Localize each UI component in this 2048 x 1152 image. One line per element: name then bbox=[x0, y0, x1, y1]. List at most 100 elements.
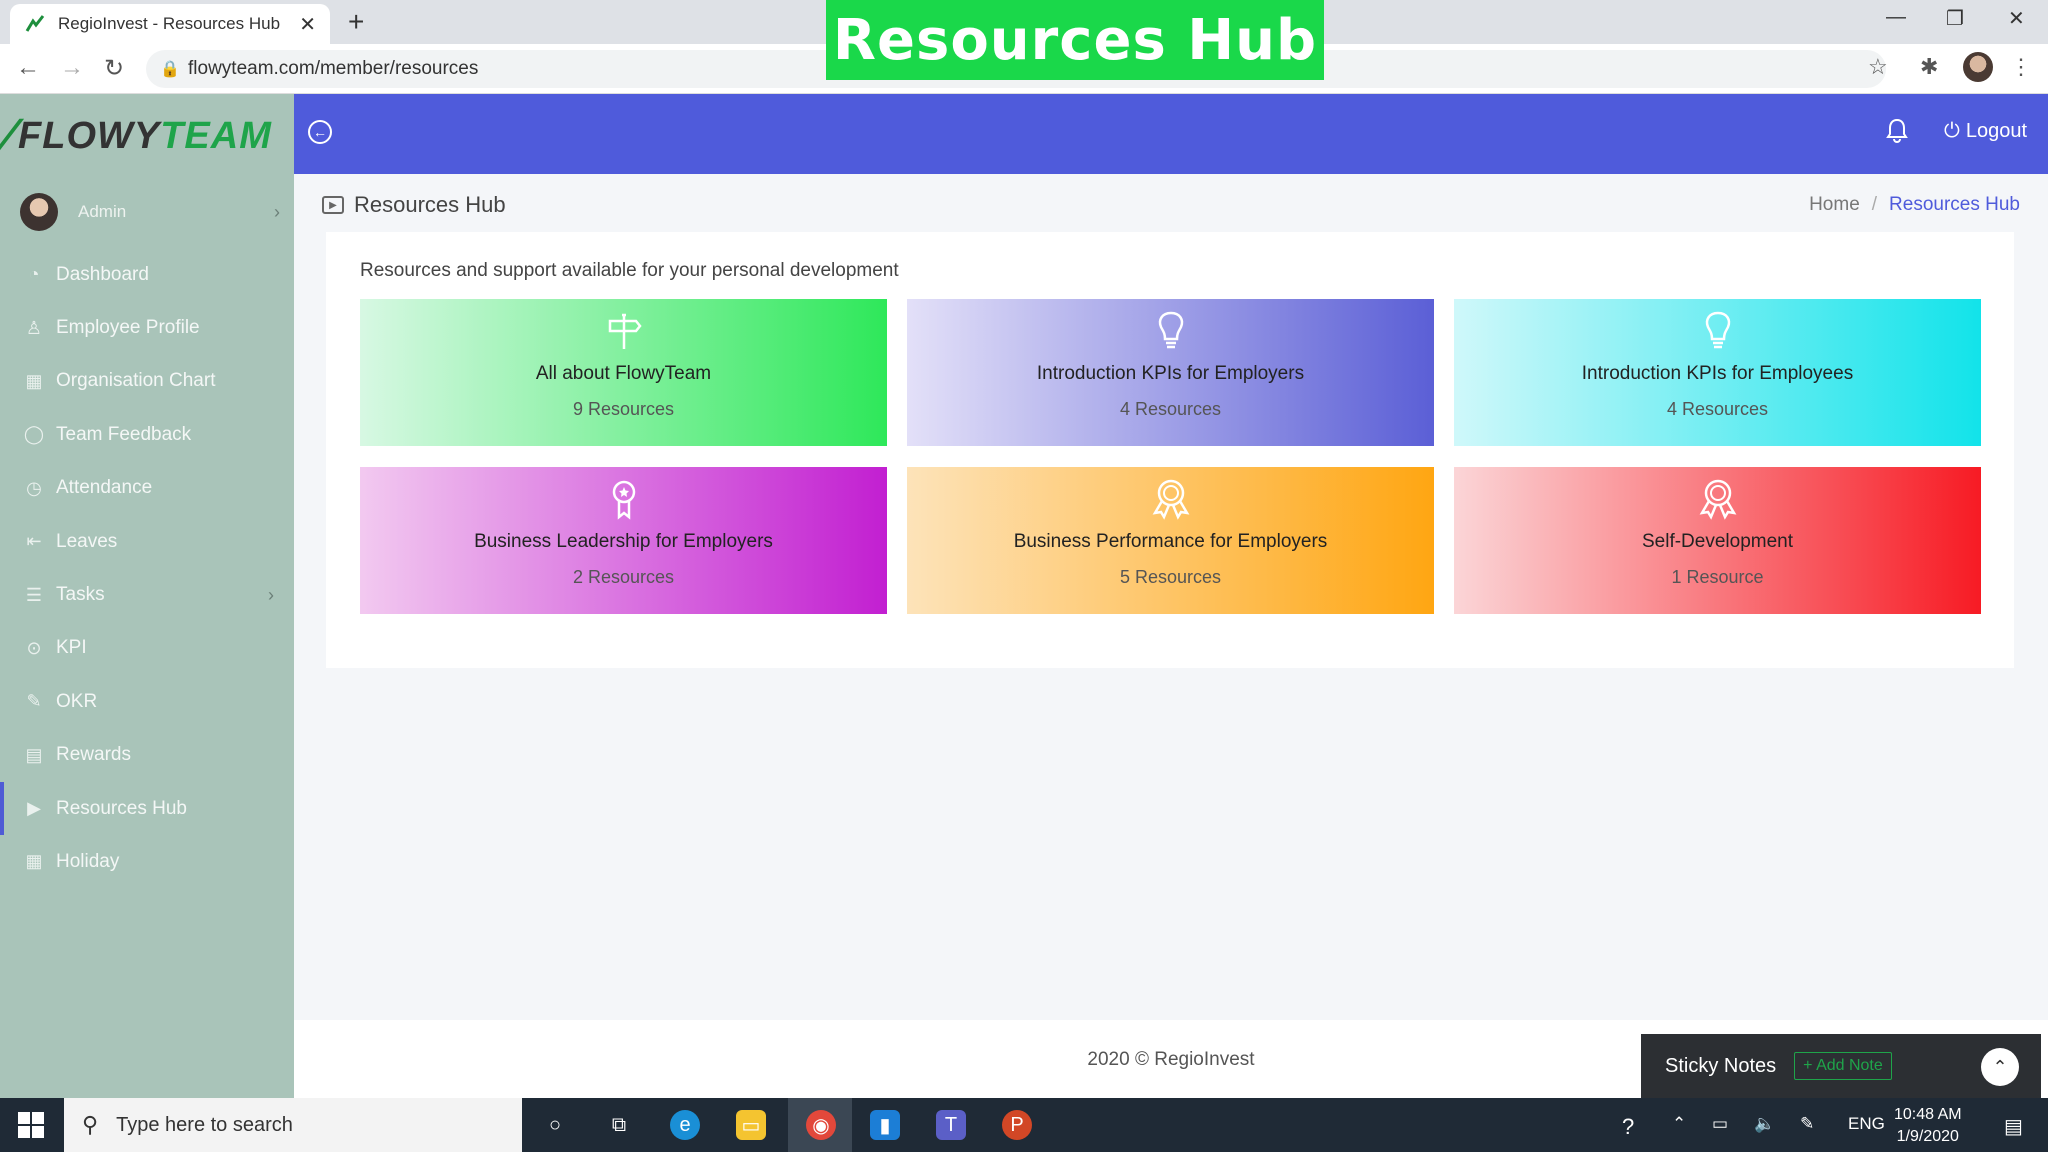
browser-profile-avatar[interactable] bbox=[1963, 52, 1993, 82]
sticky-notes-label: Sticky Notes bbox=[1665, 1054, 1777, 1077]
logo-team-text: TEAM bbox=[160, 114, 272, 157]
volume-icon[interactable]: 🔈 bbox=[1754, 1114, 1775, 1134]
restore-icon[interactable]: ❐ bbox=[1946, 6, 1964, 31]
resource-count: 2 Resources bbox=[572, 567, 675, 587]
resource-title: Business Leadership for Employers bbox=[474, 531, 773, 552]
video-icon: ▶ bbox=[322, 196, 344, 214]
breadcrumb-separator: / bbox=[1871, 194, 1878, 215]
sidebar-item-dashboard[interactable]: ◔ Dashboard bbox=[0, 248, 294, 301]
teams-icon[interactable]: T bbox=[936, 1110, 966, 1140]
chrome-icon[interactable]: ◉ bbox=[806, 1110, 836, 1140]
sidebar-menu: ◔ Dashboard ♙ Employee Profile ▦ Organisati… bbox=[0, 248, 294, 889]
sidebar-item-label: OKR bbox=[56, 690, 98, 712]
sidebar-item-tasks[interactable]: ☰ Tasks › bbox=[0, 568, 294, 621]
pen-icon[interactable]: ✎ bbox=[1800, 1114, 1814, 1134]
resource-tile-business-leadership[interactable]: Business Leadership for Employers 2 Reso… bbox=[360, 467, 887, 614]
lock-icon: 🔒 bbox=[160, 61, 180, 78]
back-arrow-icon[interactable]: ← bbox=[16, 54, 40, 82]
resource-count: 9 Resources bbox=[572, 399, 675, 419]
browser-menu-icon[interactable]: ⋮ bbox=[2010, 54, 2032, 80]
sidebar: ⁄ FLOWY TEAM Admin › ◔ Dashboard ♙ Employe… bbox=[0, 94, 294, 1098]
resource-count: 4 Resources bbox=[1119, 399, 1222, 419]
pen-icon: ✎ bbox=[26, 691, 42, 712]
bookmark-star-icon[interactable]: ☆ bbox=[1868, 54, 1888, 80]
task-view-icon[interactable]: ⧉ bbox=[604, 1110, 634, 1140]
bell-icon[interactable] bbox=[1886, 118, 1908, 144]
award-icon bbox=[1152, 479, 1189, 520]
flowyteam-logo[interactable]: ⁄ FLOWY TEAM bbox=[0, 108, 294, 164]
award-icon bbox=[1699, 479, 1736, 520]
avatar bbox=[20, 193, 58, 231]
close-window-icon[interactable]: ✕ bbox=[2008, 6, 2025, 31]
user-panel[interactable]: Admin › bbox=[20, 192, 280, 232]
sidebar-item-rewards[interactable]: ▤ Rewards bbox=[0, 729, 294, 782]
sidebar-item-label: Dashboard bbox=[56, 263, 149, 285]
url-text: flowyteam.com/member/resources bbox=[188, 58, 479, 79]
resource-tile-business-performance[interactable]: Business Performance for Employers 5 Res… bbox=[907, 467, 1434, 614]
new-tab-icon[interactable]: + bbox=[348, 6, 364, 38]
chevron-right-icon: › bbox=[274, 201, 280, 222]
sidebar-item-label: KPI bbox=[56, 637, 87, 659]
sidebar-item-okr[interactable]: ✎ OKR bbox=[0, 675, 294, 728]
resource-tile-kpis-employers[interactable]: Introduction KPIs for Employers 4 Resour… bbox=[907, 299, 1434, 446]
top-navbar: ← ⏻ Logout bbox=[294, 94, 2048, 174]
logout-button[interactable]: ⏻ Logout bbox=[1944, 120, 2027, 143]
org-chart-icon: ▦ bbox=[25, 370, 43, 391]
file-explorer-icon[interactable]: ▭ bbox=[736, 1110, 766, 1140]
resource-tile-kpis-employees[interactable]: Introduction KPIs for Employees 4 Resour… bbox=[1454, 299, 1981, 446]
battery-icon[interactable]: ▭ bbox=[1712, 1114, 1728, 1134]
close-tab-icon[interactable]: ✕ bbox=[299, 12, 316, 37]
search-placeholder: Type here to search bbox=[116, 1113, 293, 1136]
edge-icon[interactable]: e bbox=[670, 1110, 700, 1140]
sidebar-item-leaves[interactable]: ⇤ Leaves bbox=[0, 515, 294, 568]
sidebar-item-resources-hub[interactable]: ▶ Resources Hub bbox=[0, 781, 294, 836]
resource-title: Introduction KPIs for Employers bbox=[1036, 363, 1305, 384]
powerpoint-icon[interactable]: P bbox=[1002, 1110, 1032, 1140]
sticky-notes-bar: Sticky Notes + Add Note ⌃ bbox=[1641, 1034, 2041, 1098]
notifications-icon[interactable]: ▤ bbox=[2004, 1114, 2023, 1139]
add-note-button[interactable]: + Add Note bbox=[1794, 1052, 1892, 1080]
resource-title: Business Performance for Employers bbox=[1013, 531, 1328, 552]
resource-count: 4 Resources bbox=[1666, 399, 1769, 419]
forward-arrow-icon[interactable]: → bbox=[60, 54, 84, 82]
logout-label: Logout bbox=[1965, 120, 2027, 142]
sidebar-item-label: Holiday bbox=[56, 850, 120, 872]
collapse-sidebar-icon[interactable]: ← bbox=[308, 120, 332, 144]
taskbar-search-input[interactable]: ⚲ Type here to search bbox=[64, 1098, 522, 1152]
signpost-icon bbox=[608, 313, 642, 349]
sidebar-item-employee-profile[interactable]: ♙ Employee Profile bbox=[0, 301, 294, 354]
resource-count: 5 Resources bbox=[1119, 567, 1222, 587]
windows-start-icon[interactable] bbox=[18, 1112, 44, 1138]
chevron-up-icon[interactable]: ⌃ bbox=[1981, 1048, 2019, 1086]
sidebar-item-label: Attendance bbox=[56, 477, 153, 499]
sidebar-item-kpi[interactable]: ⊙ KPI bbox=[0, 622, 294, 675]
notepad-icon[interactable]: ▮ bbox=[870, 1110, 900, 1140]
calendar-icon: ▦ bbox=[25, 851, 43, 872]
browser-tab[interactable]: RegioInvest - Resources Hub ✕ bbox=[10, 4, 330, 44]
lightbulb-icon bbox=[1158, 311, 1183, 349]
lightbulb-icon bbox=[1705, 311, 1730, 349]
taskbar-clock[interactable]: 10:48 AM 1/9/2020 bbox=[1894, 1104, 1962, 1148]
extensions-icon[interactable]: ✱ bbox=[1920, 54, 1938, 80]
target-icon: ⊙ bbox=[26, 637, 42, 658]
sidebar-item-label: Organisation Chart bbox=[56, 370, 216, 392]
language-indicator[interactable]: ENG bbox=[1848, 1114, 1885, 1134]
sidebar-item-team-feedback[interactable]: ◯ Team Feedback bbox=[0, 408, 294, 461]
minimize-icon[interactable]: — bbox=[1886, 6, 1906, 29]
resource-tile-all-about-flowyteam[interactable]: All about FlowyTeam 9 Resources bbox=[360, 299, 887, 446]
sidebar-item-attendance[interactable]: ◷ Attendance bbox=[0, 462, 294, 515]
video-overlay-title: Resources Hub bbox=[826, 0, 1324, 80]
help-icon[interactable]: ? bbox=[1622, 1114, 1634, 1140]
resource-tile-self-development[interactable]: Self-Development 1 Resource bbox=[1454, 467, 1981, 614]
sidebar-item-organisation-chart[interactable]: ▦ Organisation Chart bbox=[0, 355, 294, 408]
gauge-icon: ◔ bbox=[28, 264, 40, 285]
page-title: ▶ Resources Hub bbox=[322, 192, 506, 218]
sidebar-item-holiday[interactable]: ▦ Holiday bbox=[0, 835, 294, 888]
breadcrumb: Home / Resources Hub bbox=[1809, 194, 2020, 216]
resource-title: All about FlowyTeam bbox=[535, 363, 712, 384]
breadcrumb-home[interactable]: Home bbox=[1809, 194, 1860, 216]
chevron-up-icon[interactable]: ⌃ bbox=[1672, 1114, 1686, 1134]
cortana-icon[interactable]: ○ bbox=[540, 1110, 570, 1140]
sidebar-item-label: Team Feedback bbox=[56, 423, 192, 445]
reload-icon[interactable]: ↻ bbox=[104, 54, 124, 83]
